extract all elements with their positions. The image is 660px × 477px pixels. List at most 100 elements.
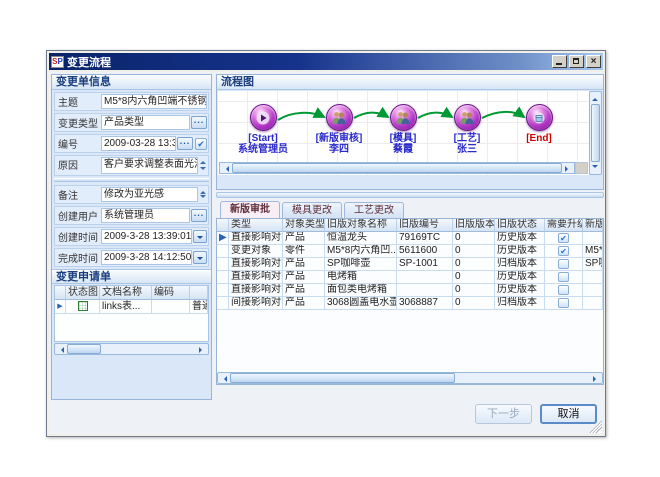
scroll-left-icon[interactable] [55,344,66,354]
table-row[interactable]: 直接影响对象 产品 电烤箱 0 历史版本 [217,271,603,284]
left-splitter[interactable] [54,178,209,182]
finish-time-row: 完成时间 2009-3-28 14:12:50 [54,248,209,267]
cell-old-no: 3068887 [397,297,453,310]
remark-scrollbar[interactable] [198,187,207,202]
col-type[interactable]: 类型 [229,219,283,232]
tab-mold-change[interactable]: 模具更改 [282,202,342,218]
titlebar[interactable]: SP 变更流程 × [49,53,603,70]
table-row[interactable]: 变更对象 零件 M5*8内六角凹... 5611600 0 历史版本 M5*8 [217,245,603,258]
scroll-down-icon[interactable] [590,163,601,174]
number-checkbox[interactable] [195,138,207,150]
cell-new-name: SP咖 [583,258,603,271]
col-old-name[interactable]: 旧版对象名称 [325,219,397,232]
number-browse-button[interactable]: ... [177,137,193,150]
col-obj-type[interactable]: 对象类型 [283,219,325,232]
hscroll-track [102,344,197,354]
panel-splitter[interactable] [216,192,604,198]
number-input[interactable]: 2009-03-28 13:39:01 [101,136,176,151]
table-row[interactable]: 间接影响对象 产品 3068圆盖电水壶 3068887 0 归档版本 [217,297,603,310]
flow-node-start[interactable]: [Start] 系统管理员 [231,104,295,155]
indicator-cell [217,284,229,297]
finish-time-input[interactable]: 2009-3-28 14:12:50 [101,250,192,265]
cell-old-no: 5611600 [397,245,453,258]
code-cell [152,300,190,314]
table-row[interactable]: 直接影响对象 产品 SP咖啡壶 SP-1001 0 归档版本 SP咖 [217,258,603,271]
scroll-left-icon[interactable] [220,163,231,173]
col-new-name[interactable]: 新版对象名称 [583,219,603,232]
approval-table-hscrollbar[interactable] [217,372,603,384]
upgrade-checkbox[interactable] [558,298,569,308]
cell-upgrade [545,271,583,284]
table-row[interactable]: 直接影响对象 产品 面包类电烤箱 0 历史版本 [217,284,603,297]
scroll-down-icon[interactable] [200,167,206,173]
node-name: 系统管理员 [231,144,295,155]
scroll-up-icon[interactable] [200,158,206,164]
reason-textarea[interactable]: 客户要求调整表面光滑度 [101,157,198,174]
upgrade-checkbox[interactable] [558,285,569,295]
cell-old-status: 归档版本 [495,258,545,271]
change-type-browse-button[interactable]: ... [191,116,207,129]
flow-vscrollbar[interactable] [589,91,602,175]
close-button[interactable]: × [586,55,601,68]
request-table-row[interactable]: ▶ links表... 普通 [55,300,208,314]
remark-textarea[interactable]: 修改为亚光感 [101,187,198,202]
scroll-right-icon[interactable] [197,344,208,354]
hscroll-thumb[interactable] [230,373,455,383]
upgrade-checkbox[interactable] [558,272,569,282]
tab-craft-change[interactable]: 工艺更改 [344,202,404,218]
table-row[interactable]: ▶ 直接影响对象 产品 恒温龙头 79169TC 0 历史版本 [217,232,603,245]
extra-column[interactable] [190,286,208,300]
reason-scrollbar[interactable] [198,157,207,174]
scroll-left-icon[interactable] [218,373,229,383]
status-icon-column[interactable]: 状态图 [66,286,100,300]
request-list-header: 变更申请单 [52,269,211,284]
next-button[interactable]: 下一步 [475,404,532,424]
resize-grip-icon[interactable] [589,420,602,433]
people-icon [459,111,475,124]
flow-hscrollbar[interactable] [219,162,575,174]
upgrade-checkbox[interactable] [558,259,569,269]
col-old-status[interactable]: 旧版状态 [495,219,545,232]
upgrade-checkbox[interactable] [558,246,569,256]
flow-chart-body: [Start] 系统管理员 [218,91,602,175]
create-time-input[interactable]: 2009-3-28 13:39:01 [101,229,192,244]
remark-label: 备注 [56,187,101,202]
subject-input[interactable]: M5*8内六角凹端不锈钢紧固螺钉 [101,94,207,109]
scroll-up-icon[interactable] [200,188,206,194]
doc-name-column[interactable]: 文档名称 [100,286,152,300]
scroll-right-icon[interactable] [591,373,602,383]
node-tag: [工艺] [435,133,499,144]
col-upgrade[interactable]: 需要升级 [545,219,583,232]
creator-input[interactable]: 系统管理员 [101,208,190,223]
flow-node-mold[interactable]: [模具] 蔡霞 [371,104,435,155]
create-time-dropdown-icon[interactable] [193,230,207,243]
finish-time-dropdown-icon[interactable] [193,251,207,264]
scroll-down-icon[interactable] [200,195,206,201]
code-column[interactable]: 编码 [152,286,190,300]
cell-old-status: 历史版本 [495,232,545,245]
vscroll-thumb[interactable] [591,104,600,162]
flow-node-review[interactable]: [新版审核] 李四 [307,104,371,155]
indicator-cell [217,258,229,271]
hscroll-thumb[interactable] [67,344,101,354]
scroll-up-icon[interactable] [590,92,601,103]
cell-old-no [397,271,453,284]
upgrade-checkbox[interactable] [558,233,569,243]
cell-upgrade [545,258,583,271]
col-old-no[interactable]: 旧版编号 [397,219,453,232]
hscroll-thumb[interactable] [232,163,562,173]
minimize-button[interactable] [552,55,567,68]
scroll-right-icon[interactable] [563,163,574,173]
cell-type: 变更对象 [229,245,283,258]
flow-node-end[interactable]: [End] [507,104,571,144]
change-type-input[interactable]: 产品类型 [101,115,190,130]
creator-browse-button[interactable]: ... [191,209,207,222]
flow-canvas[interactable]: [Start] 系统管理员 [218,91,589,175]
col-old-ver[interactable]: 旧版版本号 [453,219,495,232]
node-tag: [模具] [371,133,435,144]
maximize-button[interactable] [569,55,584,68]
people-node-icon [390,104,417,131]
tab-new-version-approval[interactable]: 新版审批 [220,201,280,218]
flow-node-craft[interactable]: [工艺] 张三 [435,104,499,155]
request-table-hscrollbar[interactable] [54,343,209,355]
